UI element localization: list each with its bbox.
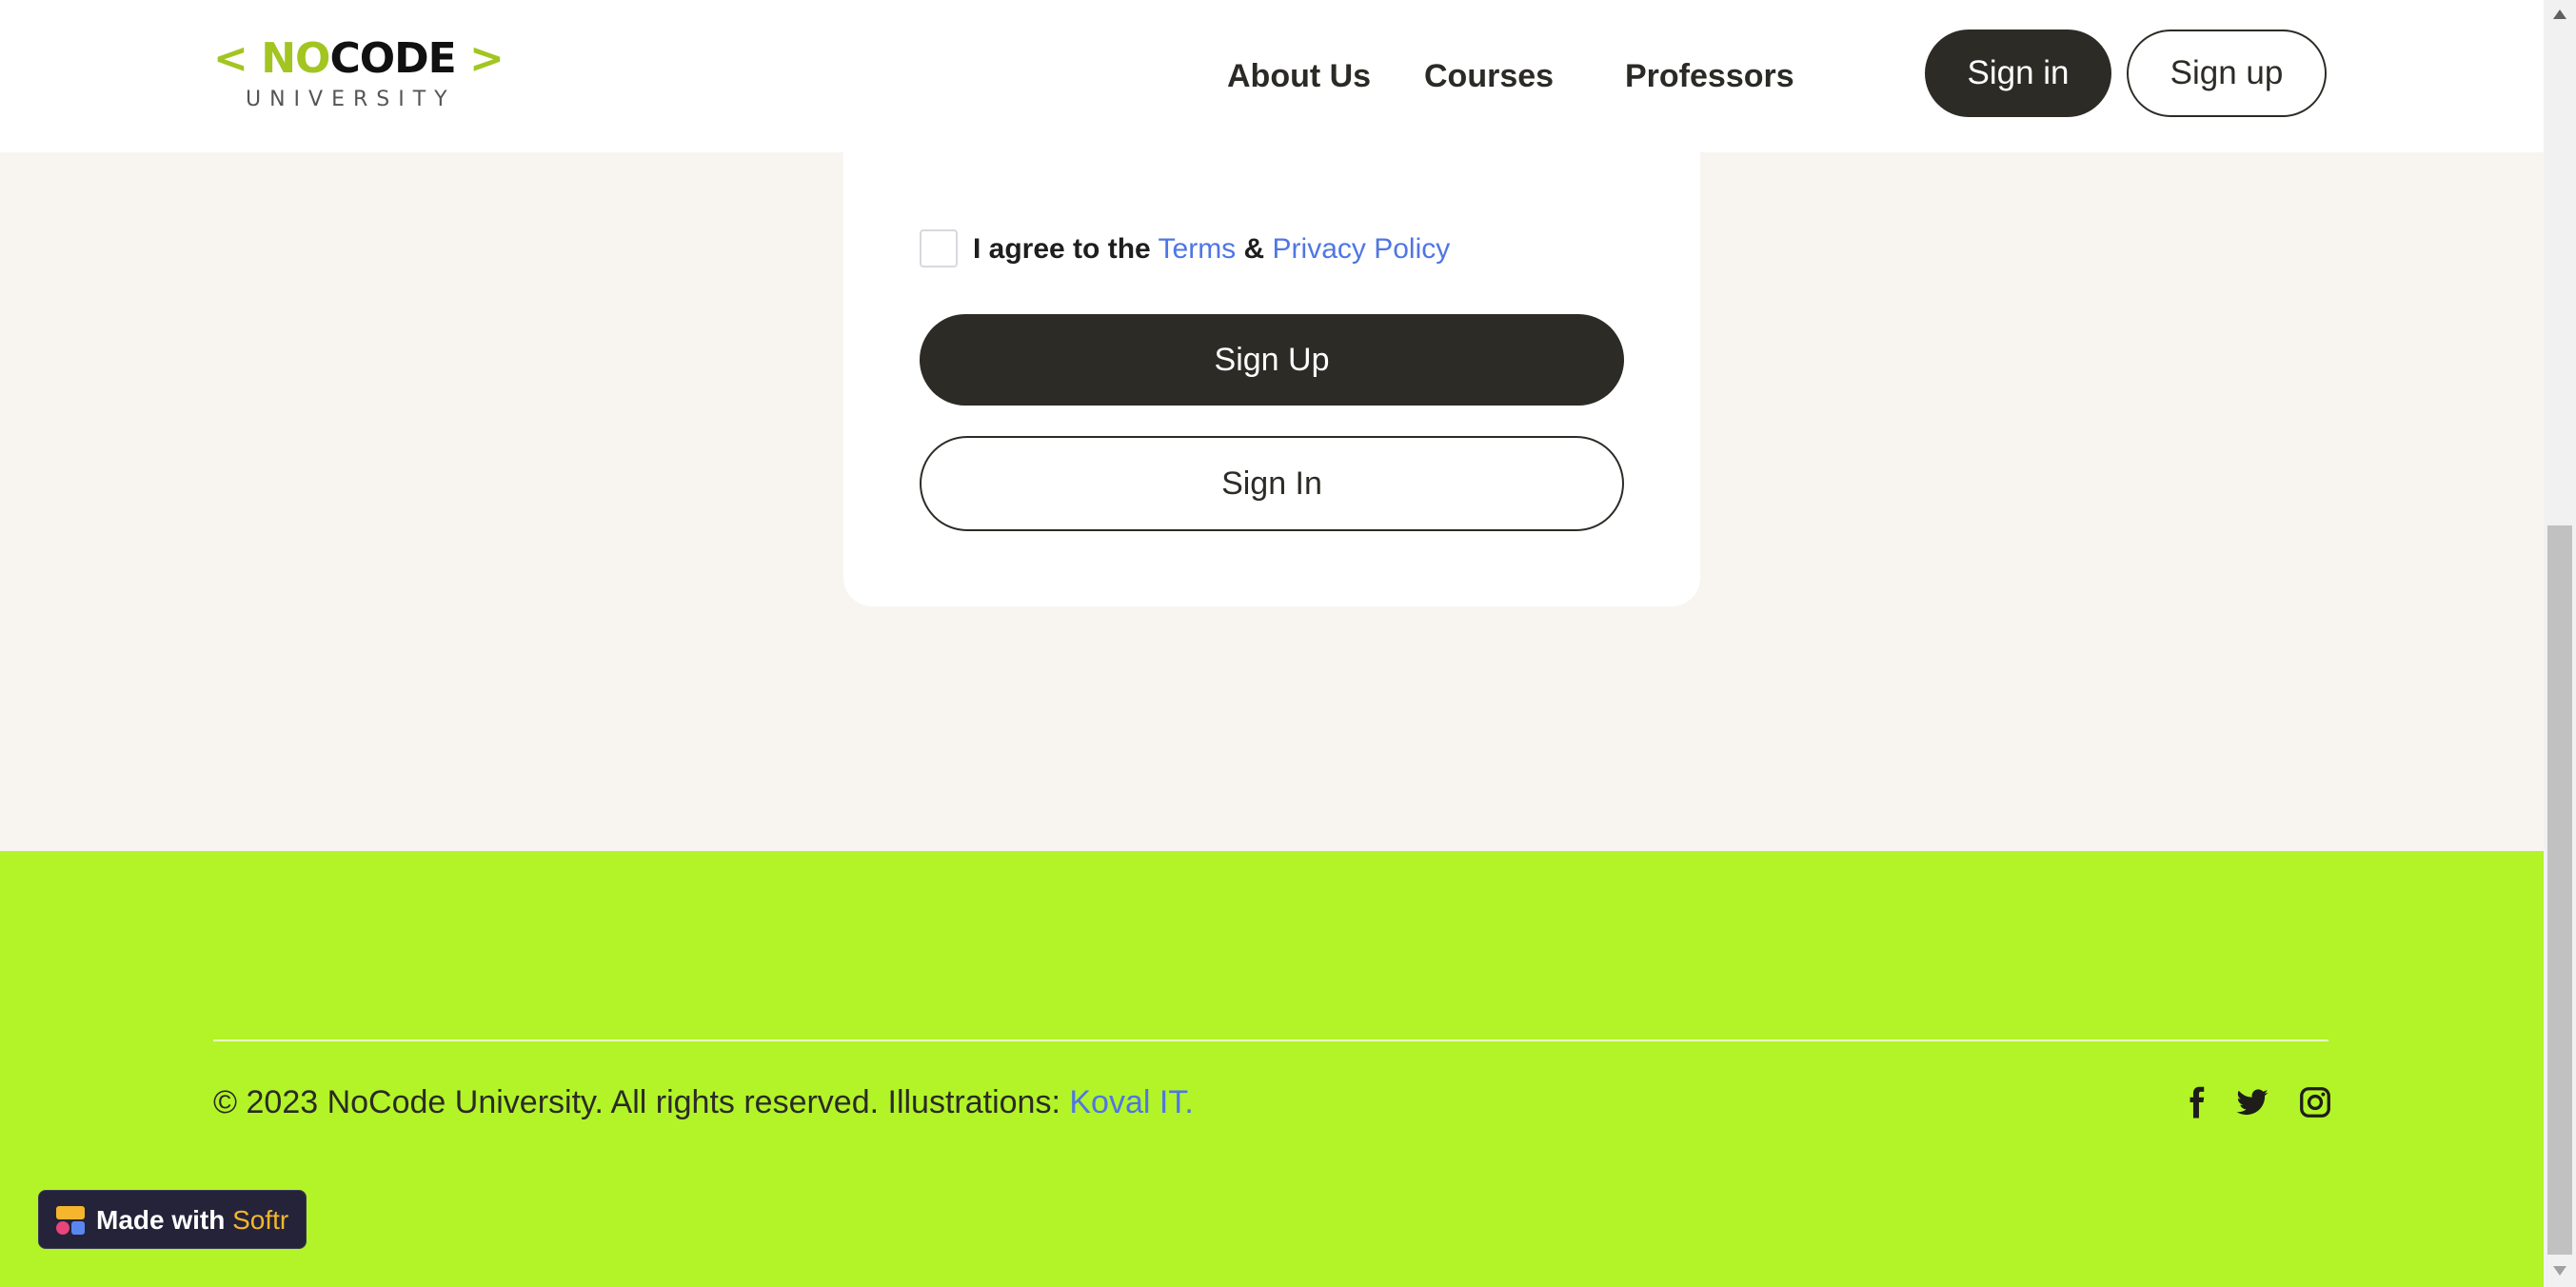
made-with-softr-badge[interactable]: Made with Softr	[38, 1190, 307, 1249]
copyright-text: © 2023 NoCode University. All rights res…	[213, 1079, 1194, 1125]
site-header: < NOCODE > UNIVERSITY About Us Courses P…	[0, 0, 2544, 152]
site-footer: © 2023 NoCode University. All rights res…	[0, 851, 2544, 1287]
twitter-icon[interactable]	[2235, 1085, 2269, 1119]
page-scrollbar[interactable]	[2544, 0, 2576, 1287]
softr-badge-text: Made with Softr	[96, 1205, 289, 1235]
koval-it-link[interactable]: Koval IT.	[1069, 1084, 1193, 1120]
sign-in-button[interactable]: Sign In	[920, 436, 1624, 531]
sign-up-button[interactable]: Sign Up	[920, 314, 1624, 406]
facebook-icon[interactable]	[2180, 1085, 2214, 1119]
agree-prefix: I agree to the	[973, 233, 1151, 265]
nav-courses[interactable]: Courses	[1424, 53, 1554, 99]
ampersand: &	[1243, 233, 1265, 265]
header-sign-up-button[interactable]: Sign up	[2127, 30, 2327, 117]
page: I agree to the Terms & Privacy Policy Si…	[0, 0, 2544, 1287]
agree-text: I agree to the Terms & Privacy Policy	[973, 228, 1450, 270]
softr-logo-icon	[56, 1206, 85, 1235]
logo-subtitle: UNIVERSITY	[246, 88, 456, 111]
scrollbar-thumb[interactable]	[2547, 525, 2572, 1255]
nav-about-us[interactable]: About Us	[1227, 53, 1371, 99]
scroll-down-arrow-icon[interactable]	[2553, 1266, 2566, 1276]
logo-wordmark: < NOCODE >	[213, 34, 505, 83]
agree-checkbox[interactable]	[920, 229, 958, 267]
footer-divider	[213, 1040, 2328, 1041]
instagram-icon[interactable]	[2298, 1085, 2332, 1119]
nav-professors[interactable]: Professors	[1625, 53, 1794, 99]
copyright-label: © 2023 NoCode University. All rights res…	[213, 1084, 1060, 1120]
privacy-policy-link[interactable]: Privacy Policy	[1273, 233, 1451, 265]
terms-link[interactable]: Terms	[1159, 233, 1237, 265]
scroll-up-arrow-icon[interactable]	[2553, 10, 2566, 19]
nocode-university-logo[interactable]: < NOCODE > UNIVERSITY	[213, 34, 505, 114]
header-sign-in-button[interactable]: Sign in	[1925, 30, 2111, 117]
